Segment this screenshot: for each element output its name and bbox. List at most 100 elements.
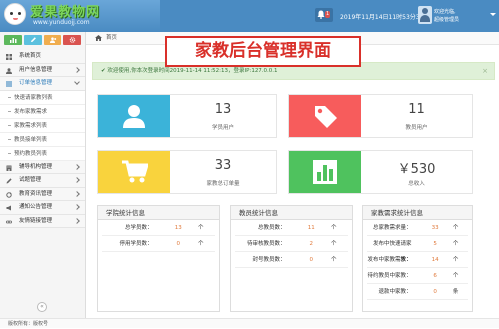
stat-card-tutors[interactable]: 11 教员用户 [288, 94, 473, 138]
gear-icon [69, 37, 76, 43]
sidebar-item-home[interactable]: 系统首页 [0, 50, 85, 64]
sidebar-item-label: 用户信息管理 [19, 66, 53, 73]
stat-row-label: 发布中家教需求： [367, 257, 412, 263]
stat-row-value: 11 [307, 225, 315, 231]
chevron-right-icon [74, 217, 80, 224]
logo-mascot-icon [4, 3, 26, 25]
user-role: 超级管理员 [434, 17, 460, 23]
chevron-right-icon [74, 163, 80, 170]
sidebar-subitem-request-list[interactable]: 家教需求列表 [0, 118, 85, 133]
home-icon [95, 35, 102, 41]
stat-row-value: 0 [433, 289, 437, 295]
stat-row: 退款中家教： 0 条 [367, 284, 468, 300]
bar-chart-icon [313, 160, 337, 184]
stat-row-unit: 个 [452, 241, 459, 247]
alert-text: 欢迎使用,你本次登录时间2019-11-14 11:52:13，登录IP:127… [107, 68, 278, 74]
pencil-icon [6, 178, 12, 184]
stat-row: 发布中家教需求： 14 个 [367, 252, 468, 268]
sidebar: 系统首页 用户信息管理 订单信息管理 快速请家教列表 发布家教需求 家教需求列表… [0, 32, 86, 318]
notification-button[interactable]: 1 [315, 8, 333, 22]
building-icon [6, 165, 12, 171]
shortcut-bar [0, 32, 85, 50]
stat-row: 总教员数： 11 个 [235, 220, 348, 236]
footer-copyright: 版权所有：版权号 [0, 318, 499, 328]
stat-row: 待约教员中家教： 6 个 [367, 268, 468, 284]
stat-row: 总学员数： 13 个 [102, 220, 215, 236]
sidebar-item-label: 订单信息管理 [19, 80, 53, 86]
stat-row: 封号教员数： 0 个 [235, 252, 348, 268]
stat-row-unit: 个 [331, 257, 337, 263]
stat-row-value: 2 [309, 241, 314, 247]
stat-row: 总家教需求量： 33 个 [367, 220, 468, 236]
shortcut-users-button[interactable] [43, 35, 62, 45]
stat-icon-box [98, 151, 170, 193]
panel-student-stats: 学院统计信息 总学员数： 13 个 停用学员数： 0 个 [97, 205, 220, 312]
pencil-icon [30, 37, 36, 42]
check-icon: ✔ [101, 68, 106, 74]
panel-request-stats: 家教需求统计信息 总家教需求量： 33 个 发布中快速请家教： 5 个 发布中家教需求：… [362, 205, 473, 312]
overlay-title-label: 家教后台管理界面 [165, 36, 361, 67]
refresh-icon [6, 191, 12, 198]
sidebar-item-links[interactable]: 友情链接管理 [0, 214, 85, 228]
bullhorn-icon [6, 205, 11, 211]
panel-tutor-stats: 教员统计信息 总教员数： 11 个 待审核教员数： 2 个 封号教员数： 0 个 [230, 205, 353, 312]
user-avatar-icon[interactable] [418, 6, 432, 24]
stat-icon-box [98, 95, 170, 137]
logo-url: www.yunduojj.com [33, 19, 90, 26]
welcome-text: 欢迎光临, [434, 9, 456, 15]
sidebar-collapse-button[interactable]: « [37, 302, 47, 312]
sidebar-item-resources[interactable]: 教育资讯管理 [0, 187, 85, 201]
breadcrumb-home-link[interactable]: 首页 [106, 35, 117, 41]
stat-row: 待审核教员数： 2 个 [235, 236, 348, 252]
stat-row-label: 停用学员数： [119, 241, 153, 247]
user-icon [6, 67, 12, 74]
stat-row-unit: 条 [452, 289, 459, 295]
shortcut-edit-button[interactable] [23, 35, 42, 45]
stat-label: 教员用户 [405, 125, 428, 131]
sidebar-subitem-quick-request-list[interactable]: 快速请家教列表 [0, 90, 85, 105]
stat-row-unit: 个 [331, 225, 337, 231]
user-icon [123, 105, 145, 128]
panel-title: 学院统计信息 [98, 206, 219, 220]
sidebar-subitem-booked-tutors[interactable]: 预约教员列表 [0, 146, 85, 161]
chevron-down-icon [74, 79, 80, 85]
panel-title: 家教需求统计信息 [363, 206, 472, 220]
stat-row-label: 总学员数： [124, 225, 153, 231]
stat-card-orders[interactable]: 33 家教总订单量 [97, 150, 277, 194]
stat-row: 停用学员数： 0 个 [102, 236, 215, 252]
stat-row-label: 待约教员中家教： [367, 273, 412, 279]
user-menu[interactable]: 欢迎光临, 超级管理员 [434, 8, 459, 24]
stat-card-students[interactable]: 13 学员用户 [97, 94, 277, 138]
bell-icon [317, 10, 325, 19]
close-icon[interactable]: × [482, 63, 488, 79]
stat-row-unit: 个 [452, 273, 459, 279]
link-icon [6, 220, 12, 223]
logo-title: 爱果教物网 [30, 5, 101, 20]
cart-icon [122, 160, 148, 183]
stat-value: ￥530 [397, 162, 436, 177]
sidebar-item-label: 通知公告管理 [19, 204, 53, 210]
caret-down-icon[interactable] [490, 13, 496, 16]
tag-icon [315, 106, 337, 128]
stat-icon-box [289, 95, 361, 137]
stat-row-value: 0 [176, 241, 181, 247]
stat-value: 13 [214, 102, 232, 117]
stat-row-value: 0 [309, 257, 314, 263]
stat-card-revenue[interactable]: ￥530 总收入 [288, 150, 473, 194]
sidebar-subitem-tutor-orders[interactable]: 教员接单列表 [0, 132, 85, 147]
shortcut-settings-button[interactable] [63, 35, 81, 45]
sidebar-item-tutor-org[interactable]: 辅导机构管理 [0, 160, 85, 174]
stat-row-label: 封号教员数： [252, 257, 286, 263]
stat-row-value: 14 [431, 257, 439, 263]
dashboard-icon [6, 54, 12, 60]
shortcut-chart-button[interactable] [4, 35, 22, 45]
sidebar-item-user-info[interactable]: 用户信息管理 [0, 63, 85, 77]
sidebar-subitem-publish-request[interactable]: 发布家教需求 [0, 104, 85, 119]
users-icon [49, 37, 56, 43]
sidebar-item-label: 系统首页 [19, 53, 42, 59]
sidebar-item-order-info[interactable]: 订单信息管理 [0, 77, 85, 91]
site-logo[interactable]: 爱果教物网 www.yunduojj.com [0, 0, 160, 32]
stat-value: 11 [408, 102, 425, 117]
sidebar-item-exam[interactable]: 试题管理 [0, 174, 85, 188]
sidebar-item-notice[interactable]: 通知公告管理 [0, 201, 85, 215]
